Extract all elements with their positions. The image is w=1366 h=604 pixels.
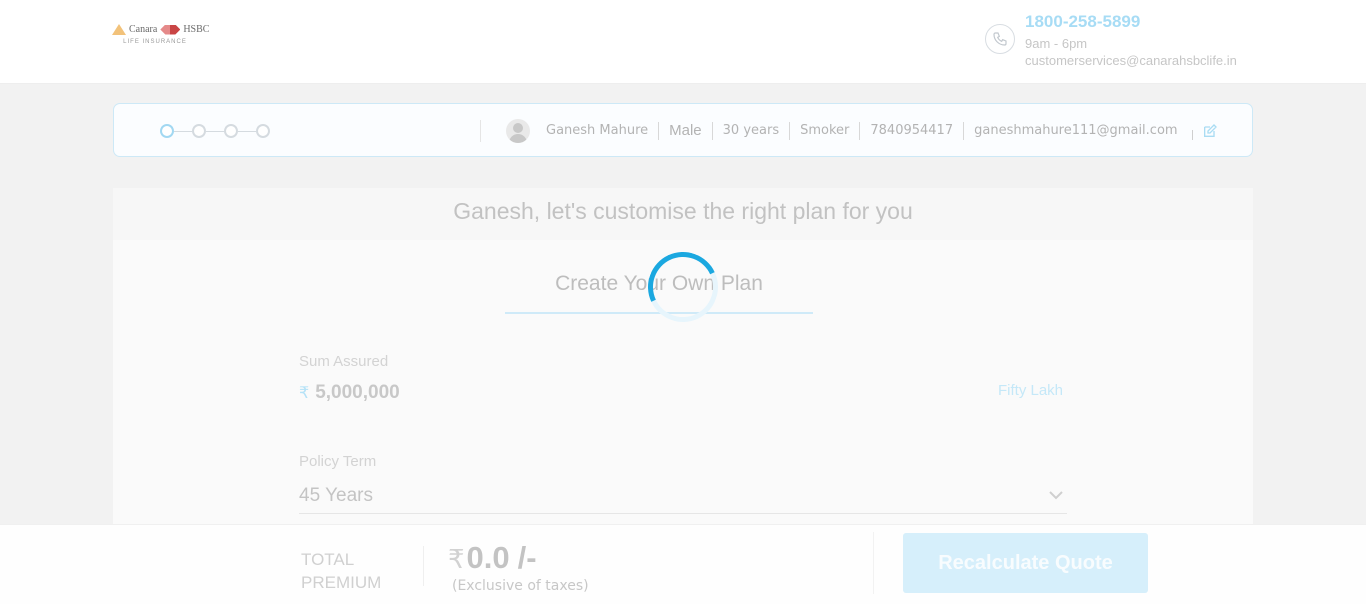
rupee-icon: ₹: [448, 544, 465, 574]
total-label-line2: PREMIUM: [301, 573, 382, 592]
contact-email[interactable]: customerservices@canarahsbclife.in: [1025, 53, 1237, 68]
rupee-icon: ₹: [299, 385, 310, 402]
hsbc-hexagon-icon: [160, 24, 181, 35]
page-title: Ganesh, let's customise the right plan f…: [453, 198, 913, 224]
policy-term-label: Policy Term: [299, 453, 377, 470]
user-summary-bar: Ganesh Mahure Male 30 years Smoker 78409…: [113, 103, 1253, 157]
step-4-dot: [256, 124, 270, 138]
contact-block: 1800-258-5899 9am - 6pm customerservices…: [985, 12, 1265, 72]
step-2-dot: [192, 124, 206, 138]
user-phone: 7840954417: [860, 122, 965, 140]
plan-panel: [113, 188, 1253, 524]
premium-amount: ₹ 0.0 /-: [448, 540, 537, 576]
user-name: Ganesh Mahure: [536, 122, 660, 140]
sum-assured-words: Fifty Lakh: [998, 382, 1064, 399]
edit-icon[interactable]: [1201, 122, 1219, 140]
premium-bar: [0, 524, 1366, 604]
triangle-logo-icon: [112, 24, 126, 35]
sum-assured-input[interactable]: ₹ 5,000,000: [299, 382, 400, 404]
canara-hsbc-logo[interactable]: Canara HSBC LIFE INSURANCE: [112, 24, 224, 60]
user-gender: Male: [659, 122, 713, 140]
sum-assured-value: 5,000,000: [315, 382, 400, 403]
user-info: Ganesh Mahure Male 30 years Smoker 78409…: [506, 118, 1219, 144]
step-connector: [206, 130, 224, 132]
step-3-dot: [224, 124, 238, 138]
header: Canara HSBC LIFE INSURANCE 1800-258-5899…: [0, 0, 1366, 84]
policy-term-select[interactable]: 45 Years: [299, 485, 373, 507]
sum-assured-label: Sum Assured: [299, 353, 389, 370]
premium-suffix: /-: [517, 540, 537, 575]
user-smoker-status: Smoker: [790, 122, 861, 140]
user-email: ganeshmahure111@gmail.com: [974, 123, 1178, 138]
step-connector: [238, 130, 256, 132]
user-age: 30 years: [713, 122, 791, 140]
total-label-line1: TOTAL: [301, 550, 355, 569]
step-1-dot: [160, 124, 174, 138]
contact-hours: 9am - 6pm: [1025, 36, 1088, 51]
divider: [423, 546, 424, 586]
divider: [873, 532, 874, 594]
total-premium-label: TOTAL PREMIUM: [301, 548, 411, 594]
logo-brand-right: HSBC: [183, 24, 210, 35]
step-connector: [174, 130, 192, 132]
progress-steps: [160, 124, 270, 138]
premium-value: 0.0: [466, 540, 510, 575]
user-avatar-icon: [506, 119, 530, 143]
recalculate-quote-button[interactable]: Recalculate Quote: [903, 533, 1148, 593]
divider: [480, 120, 481, 142]
phone-icon: [985, 24, 1015, 54]
tax-note: (Exclusive of taxes): [452, 578, 589, 594]
policy-term-underline: [299, 513, 1067, 514]
logo-brand-left: Canara: [129, 24, 158, 35]
divider: [1191, 130, 1193, 140]
logo-subtitle: LIFE INSURANCE: [123, 39, 187, 45]
contact-phone-number[interactable]: 1800-258-5899: [1025, 12, 1140, 32]
chevron-down-icon[interactable]: [1048, 488, 1064, 502]
